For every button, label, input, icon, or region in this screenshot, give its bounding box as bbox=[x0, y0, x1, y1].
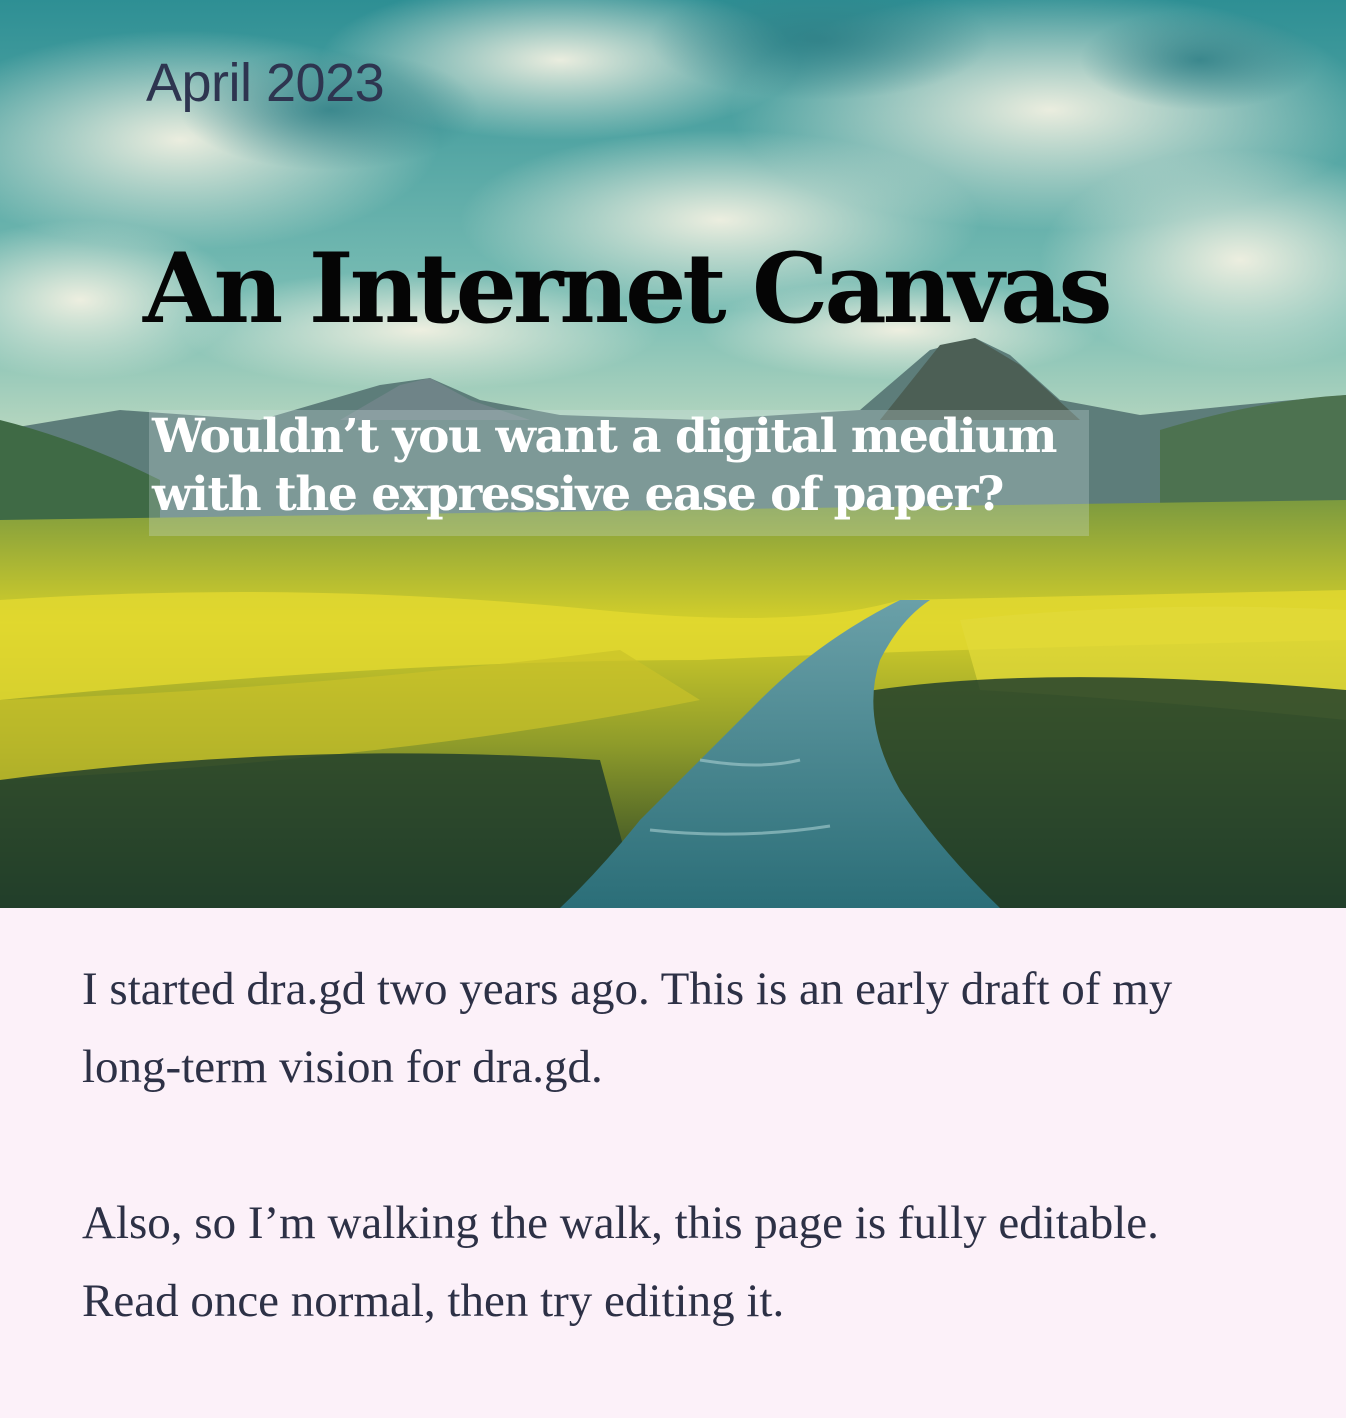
body-paragraph-2[interactable]: Also, so I’m walking the walk, this page… bbox=[82, 1184, 1262, 1340]
article-body: I started dra.gd two years ago. This is … bbox=[82, 950, 1262, 1418]
article-title[interactable]: An Internet Canvas bbox=[143, 224, 1112, 354]
body-paragraph-1[interactable]: I started dra.gd two years ago. This is … bbox=[82, 950, 1262, 1106]
hero-section: April 2023 An Internet Canvas Wouldn’t y… bbox=[0, 0, 1346, 908]
subtitle-line-2[interactable]: with the expressive ease of paper? bbox=[152, 467, 1004, 522]
article-subtitle[interactable]: Wouldn’t you want a digital medium with t… bbox=[152, 408, 1058, 524]
subtitle-line-1[interactable]: Wouldn’t you want a digital medium bbox=[152, 409, 1058, 464]
article-date[interactable]: April 2023 bbox=[146, 50, 385, 116]
